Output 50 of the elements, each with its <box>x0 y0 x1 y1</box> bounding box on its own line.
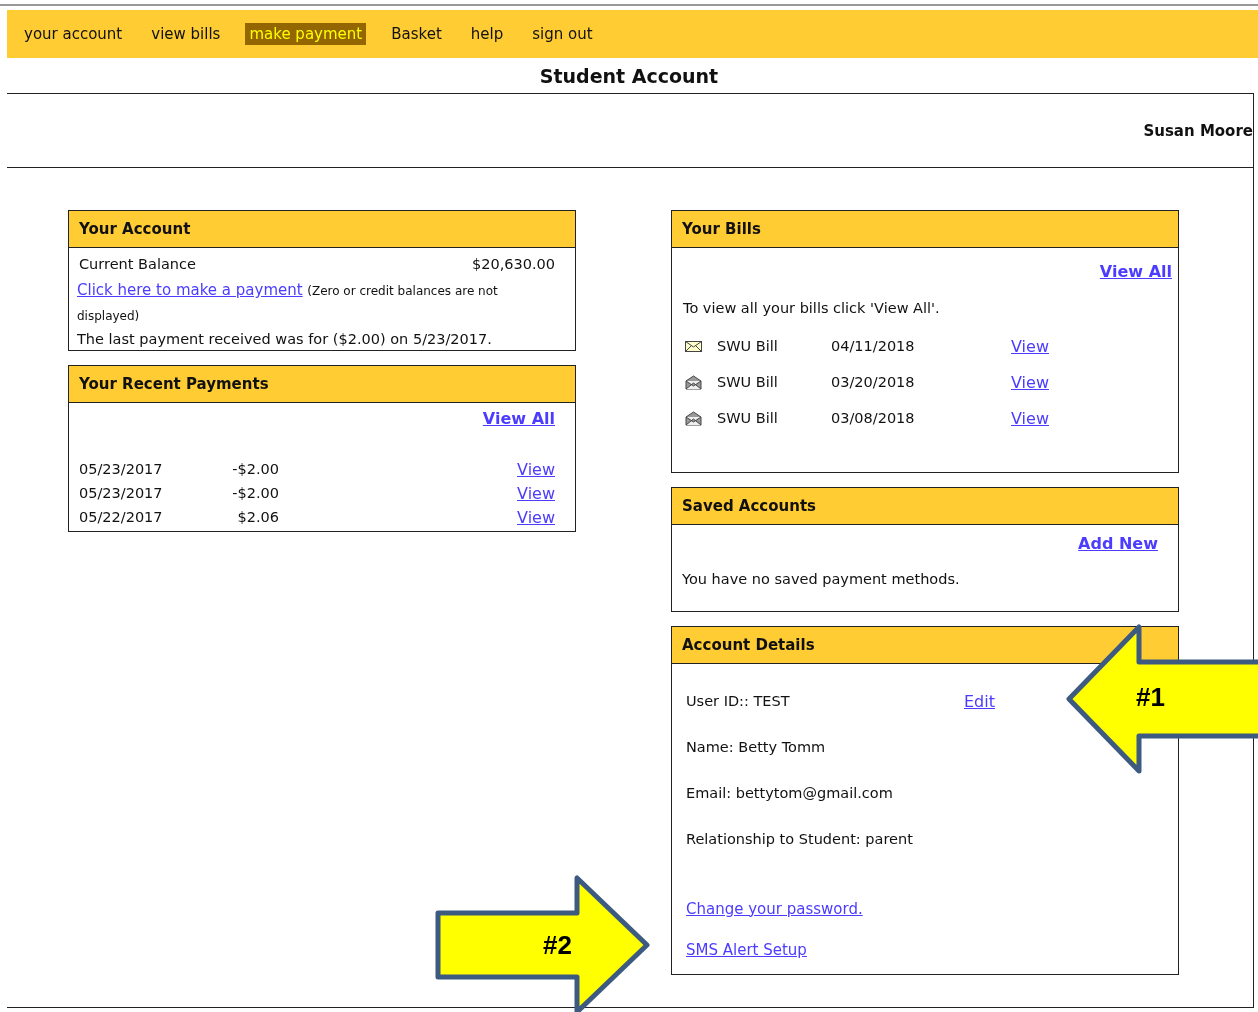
payment-amount: -$2.00 <box>231 485 279 501</box>
view-all-link[interactable]: View All <box>482 408 555 428</box>
nav-link[interactable]: make payment <box>245 23 367 45</box>
payment-amount: $2.06 <box>236 509 279 525</box>
panel-header: Your Recent Payments <box>69 366 575 403</box>
payment-date: 05/23/2017 <box>79 461 164 477</box>
nav-link[interactable]: help <box>466 23 508 45</box>
panel-header: Saved Accounts <box>672 488 1178 525</box>
detail-text: Relationship to Student: parent <box>686 831 914 847</box>
callout-label: #1 <box>1136 682 1165 713</box>
balance-amount: $20,630.00 <box>471 256 555 272</box>
payment-note: Click here to make a payment (Zero or credit balances are not displayed) <box>77 280 499 325</box>
balance-label: Current Balance <box>78 256 196 272</box>
bill-name: SWU Bill <box>717 338 779 354</box>
bill-date: 04/11/2018 <box>831 338 916 354</box>
nav-link[interactable]: view bills <box>147 23 225 45</box>
edit-link[interactable]: Edit <box>964 691 995 711</box>
account-link[interactable]: Change your password. <box>686 899 863 918</box>
nav-link[interactable]: your account <box>20 23 127 45</box>
bills-hint: To view all your bills click 'View All'. <box>683 299 941 318</box>
view-link[interactable]: View <box>517 459 555 479</box>
panel-header: Your Account <box>69 211 575 248</box>
saved-accounts-message: You have no saved payment methods. <box>682 570 961 589</box>
nav-link[interactable]: sign out <box>528 23 597 45</box>
view-link[interactable]: View <box>1011 336 1049 356</box>
view-link[interactable]: View <box>517 507 555 527</box>
bill-date: 03/08/2018 <box>831 410 916 426</box>
bill-name: SWU Bill <box>717 374 779 390</box>
panel-header: Account Details <box>672 627 1178 664</box>
last-payment-text: The last payment received was for ($2.00) on 5/23/2017. <box>77 330 493 349</box>
bill-date: 03/20/2018 <box>831 374 916 390</box>
detail-text: Name: Betty Tomm <box>686 739 827 755</box>
page-title: Student Account <box>538 64 720 89</box>
payment-date: 05/22/2017 <box>79 509 164 525</box>
view-all-link[interactable]: View All <box>1099 261 1172 281</box>
view-link[interactable]: View <box>1011 372 1049 392</box>
user-name: Susan Moore <box>1143 121 1253 140</box>
user-id-text: User ID:: TEST <box>686 693 791 709</box>
panel-header: Your Bills <box>672 211 1178 248</box>
payment-amount: -$2.00 <box>231 461 279 477</box>
view-link[interactable]: View <box>1011 408 1049 428</box>
bill-name: SWU Bill <box>717 410 779 426</box>
add-new-link[interactable]: Add New <box>1078 533 1158 553</box>
payment-date: 05/23/2017 <box>79 485 164 501</box>
callout-label: #2 <box>543 930 572 961</box>
account-link[interactable]: SMS Alert Setup <box>686 940 807 959</box>
make-payment-link[interactable]: Click here to make a payment <box>77 281 303 299</box>
nav-link[interactable]: Basket <box>387 23 446 45</box>
detail-text: Email: bettytom@gmail.com <box>686 785 894 801</box>
view-link[interactable]: View <box>517 483 555 503</box>
